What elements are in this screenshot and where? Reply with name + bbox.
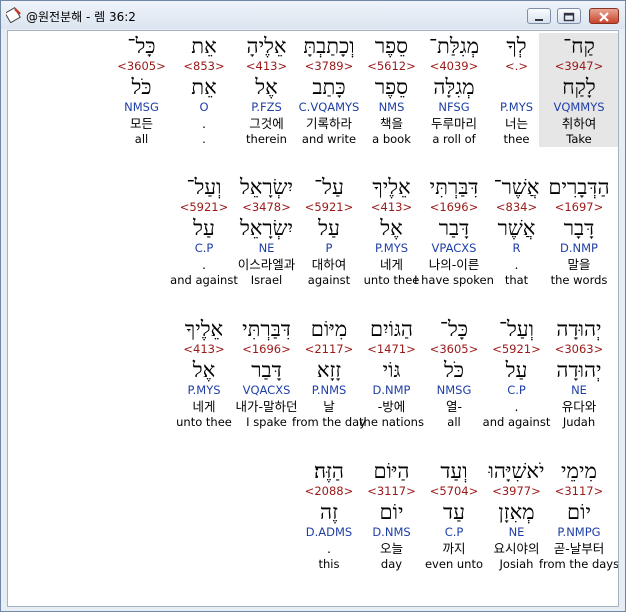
word-cell[interactable]: כָּל־ <3605> כֹּל NMSG 모든 all (102, 33, 182, 147)
app-icon (6, 7, 21, 23)
hebrew-word: כָּל־ (127, 34, 156, 58)
english-gloss: unto thee (176, 415, 232, 429)
korean-gloss: . (327, 541, 331, 556)
hebrew-word: וְעַל־ (186, 175, 222, 199)
hebrew-word: אֵלֶיךָ (184, 317, 224, 341)
english-gloss: all (134, 132, 149, 146)
strong-number: <2088> (304, 484, 354, 498)
lexical-form: אֶל (192, 358, 216, 382)
korean-gloss: 모든 (129, 116, 153, 131)
morphology-code: D.ADMS (305, 525, 353, 539)
maximize-icon (563, 12, 575, 22)
app-window: @원전분해 - 렘 36:2 קַח־ <3947> לָקַח VQMMYS 취하여 T… (0, 0, 626, 612)
minimize-button[interactable] (527, 8, 551, 24)
korean-gloss: 네게 (192, 399, 216, 414)
close-button[interactable] (589, 8, 619, 24)
morphology-code: P.MYS (187, 383, 221, 397)
word-cell[interactable]: אֵלֶיךָ <413> אֶל P.MYS 네게 unto thee (164, 316, 244, 430)
korean-gloss: . (202, 257, 206, 272)
word-cell[interactable]: וְעַל־ <5921> עַל C.P. and against (164, 174, 244, 288)
maximize-button[interactable] (557, 8, 581, 24)
lexical-form: זֶה (320, 500, 338, 524)
strong-number: <413> (183, 342, 225, 356)
close-icon (599, 12, 609, 22)
morphology-code: C.P (194, 241, 214, 255)
strong-number: <5921> (179, 200, 229, 214)
window-title: @원전분해 - 렘 36:2 (26, 10, 136, 24)
lexical-form: עַל (193, 216, 215, 240)
hebrew-word: הַזֶּה׃ (313, 459, 344, 483)
lexical-form: כֹּל (131, 75, 152, 99)
minimize-icon (535, 19, 543, 21)
english-gloss: and against (170, 273, 238, 287)
word-cell[interactable]: הַזֶּה׃ <2088> זֶה D.ADMS. this (289, 458, 369, 572)
title-bar[interactable]: @원전분해 - 렘 36:2 (1, 1, 625, 29)
interlinear-grid: קַח־ <3947> לָקַח VQMMYS 취하여 Take לְךָ <.> P.MYS… (7, 30, 619, 607)
english-gloss: this (318, 557, 340, 571)
strong-number: <3605> (117, 59, 166, 73)
morphology-code: NMSG (124, 100, 159, 114)
